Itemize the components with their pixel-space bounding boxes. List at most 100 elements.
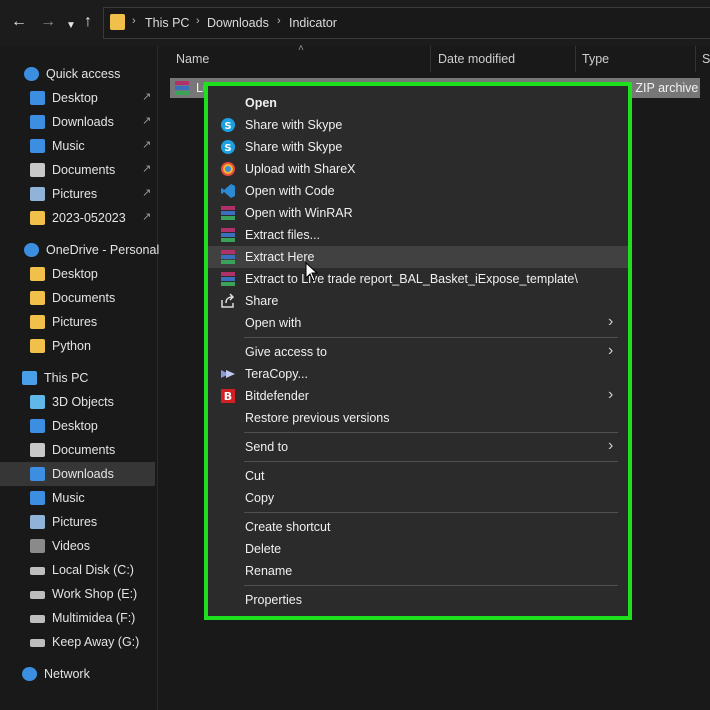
music-icon [30, 139, 45, 153]
chevron-right-icon: › [277, 15, 281, 27]
menu-item-open-with-winrar[interactable]: Open with WinRAR [208, 202, 628, 224]
pin-icon: ↗ [142, 163, 152, 175]
menu-item-extract-files[interactable]: Extract files... [208, 224, 628, 246]
sidebar-item[interactable]: Downloads [0, 462, 155, 486]
menu-item-create-shortcut[interactable]: Create shortcut [208, 516, 628, 538]
menu-item-label: Delete [245, 542, 282, 556]
menu-item-cut[interactable]: Cut [208, 465, 628, 487]
music-icon [30, 491, 45, 505]
sidebar-item[interactable]: 3D Objects [0, 390, 155, 414]
navigation-bar: ← → ▼ ↑ › This PC › Downloads › Indicato… [0, 0, 710, 46]
menu-item-share-with-skype[interactable]: S Share with Skype [208, 136, 628, 158]
menu-item-rename[interactable]: Rename [208, 560, 628, 582]
sidebar-item-label: Downloads [52, 115, 114, 129]
column-size[interactable]: Si [702, 52, 710, 66]
menu-item-label: Send to [245, 440, 289, 454]
chevron-right-icon: › [132, 15, 136, 27]
sidebar-item-label: Pictures [52, 187, 98, 201]
menu-item-share[interactable]: Share [208, 290, 628, 312]
menu-item-open-with-code[interactable]: Open with Code [208, 180, 628, 202]
sidebar-item[interactable]: Pictures [0, 510, 155, 534]
sidebar-item-label: Desktop [52, 267, 98, 281]
sidebar-item[interactable]: Videos [0, 534, 155, 558]
column-name[interactable]: Name [176, 52, 209, 66]
chevron-right-icon: › [196, 15, 200, 27]
sidebar-item[interactable]: Work Shop (E:) [0, 582, 155, 606]
sidebar-item[interactable]: OneDrive - Personal [0, 238, 159, 262]
skype-icon: S [220, 139, 236, 155]
sidebar-item[interactable]: Multimidea (F:) [0, 606, 155, 630]
menu-item-label: Open with [245, 316, 302, 330]
mouse-pointer-icon [305, 262, 319, 282]
pin-icon: ↗ [142, 211, 152, 223]
sidebar-item[interactable]: Music ↗ [0, 134, 155, 158]
column-divider[interactable] [695, 46, 696, 72]
menu-item-open-with[interactable]: Open with › [208, 312, 628, 334]
svg-text:S: S [224, 121, 231, 132]
menu-item-send-to[interactable]: Send to › [208, 436, 628, 458]
menu-item-label: Give access to [245, 345, 327, 359]
sidebar-item[interactable]: Network [0, 662, 155, 686]
breadcrumb-indicator[interactable]: Indicator [289, 16, 337, 30]
sidebar-item[interactable]: Keep Away (G:) [0, 630, 155, 654]
column-type[interactable]: Type [582, 52, 609, 66]
menu-item-properties[interactable]: Properties [208, 589, 628, 611]
share-icon [220, 293, 236, 309]
sidebar-item[interactable]: Desktop [0, 414, 155, 438]
winrar-icon [220, 249, 236, 265]
sidebar-item[interactable]: Pictures [0, 310, 155, 334]
sidebar-item[interactable]: Documents ↗ [0, 158, 155, 182]
chevron-right-icon: › [608, 437, 614, 454]
menu-item-upload-with-sharex[interactable]: Upload with ShareX [208, 158, 628, 180]
menu-item-label: Rename [245, 564, 293, 578]
menu-item-delete[interactable]: Delete [208, 538, 628, 560]
breadcrumb-downloads[interactable]: Downloads [207, 16, 269, 30]
menu-item-copy[interactable]: Copy [208, 487, 628, 509]
drive-icon [30, 615, 45, 623]
sidebar-item[interactable]: Pictures ↗ [0, 182, 155, 206]
sidebar-item[interactable]: Documents [0, 286, 155, 310]
arrow-right-icon[interactable]: → [40, 12, 56, 32]
column-divider[interactable] [575, 46, 576, 72]
sidebar-item[interactable]: Local Disk (C:) [0, 558, 155, 582]
sidebar-item[interactable]: Desktop ↗ [0, 86, 155, 110]
cube-icon [30, 395, 45, 409]
menu-item-open[interactable]: Open [208, 92, 628, 114]
sidebar-item-label: Pictures [52, 515, 98, 529]
menu-item-give-access-to[interactable]: Give access to › [208, 341, 628, 363]
sidebar-item-label: Music [52, 491, 85, 505]
menu-item-extract-here[interactable]: Extract Here [208, 246, 628, 268]
sidebar-item[interactable]: 2023-052023 ↗ [0, 206, 155, 230]
documents-icon [30, 163, 45, 177]
sidebar-item[interactable]: Music [0, 486, 155, 510]
folder-icon [30, 315, 45, 329]
sort-caret-icon: ˄ [298, 43, 304, 54]
breadcrumb-this-pc[interactable]: This PC [145, 16, 189, 30]
pin-icon: ↗ [142, 139, 152, 151]
desktop-icon [30, 91, 45, 105]
sidebar-item-label: Local Disk (C:) [52, 563, 134, 577]
sidebar-item-label: 2023-052023 [52, 211, 126, 225]
menu-item-share-with-skype[interactable]: S Share with Skype [208, 114, 628, 136]
menu-item-extract-to-live-trade-report-b[interactable]: Extract to Live trade report_BAL_Basket_… [208, 268, 628, 290]
column-divider[interactable] [430, 46, 431, 72]
sidebar-item[interactable]: Downloads ↗ [0, 110, 155, 134]
sidebar-item[interactable]: Python [0, 334, 155, 358]
menu-item-teracopy[interactable]: TeraCopy... [208, 363, 628, 385]
menu-item-bitdefender[interactable]: B Bitdefender › [208, 385, 628, 407]
skype-icon: S [220, 117, 236, 133]
chevron-down-icon[interactable]: ▼ [66, 16, 76, 36]
menu-separator [244, 585, 618, 586]
arrow-left-icon[interactable]: ← [11, 12, 27, 32]
address-bar[interactable]: › This PC › Downloads › Indicator [103, 7, 710, 39]
sidebar-item[interactable]: Quick access [0, 62, 155, 86]
column-date-modified[interactable]: Date modified [438, 52, 515, 66]
sidebar-item[interactable]: Desktop [0, 262, 155, 286]
menu-item-label: TeraCopy... [245, 367, 308, 381]
arrow-up-icon[interactable]: ↑ [84, 12, 92, 32]
menu-item-restore-previous-versions[interactable]: Restore previous versions [208, 407, 628, 429]
drive-icon [30, 591, 45, 599]
network-icon [22, 667, 37, 681]
sidebar-item[interactable]: This PC [0, 366, 155, 390]
sidebar-item[interactable]: Documents [0, 438, 155, 462]
